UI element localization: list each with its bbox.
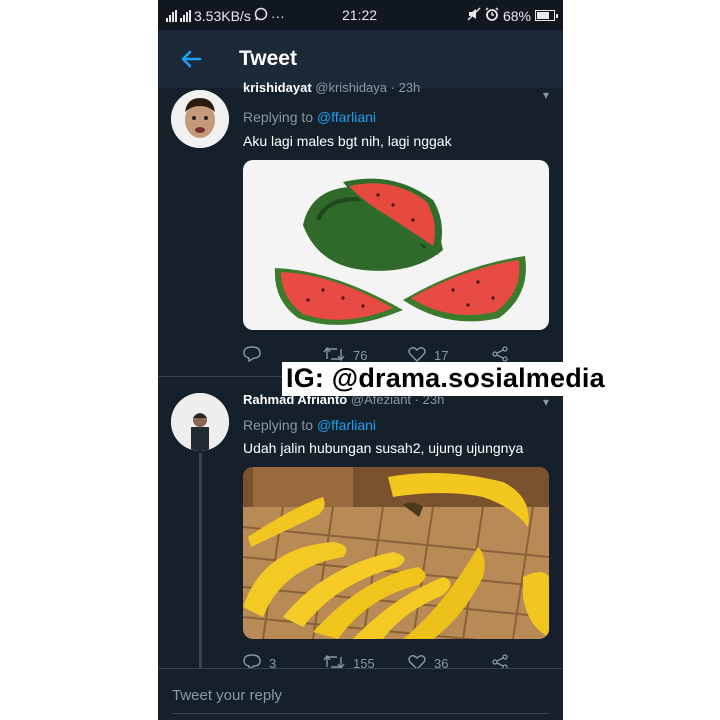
- alarm-icon: [485, 7, 499, 24]
- battery-icon: [535, 10, 558, 21]
- status-right: 68%: [467, 7, 558, 24]
- reply-icon: [243, 346, 261, 365]
- replying-to-link[interactable]: @ffarliani: [317, 417, 376, 433]
- like-count: 17: [434, 348, 449, 363]
- page-title: Tweet: [239, 47, 297, 70]
- author-name: krishidayat: [243, 80, 312, 95]
- phone-screen: 3.53KB/s ··· 21:22 68% Tweet krishidayat: [158, 0, 563, 720]
- avatar[interactable]: [171, 393, 229, 451]
- banana-photo[interactable]: [243, 467, 549, 639]
- watermark-label: IG: @drama.sosialmedia: [282, 362, 609, 396]
- whatsapp-icon: [254, 7, 268, 24]
- tweet-text: Udah jalin hubungan susah2, ujung ujungn…: [243, 440, 524, 456]
- replying-to-prefix: Replying to: [243, 417, 314, 433]
- mute-icon: [467, 7, 481, 24]
- thread-line: [199, 453, 202, 668]
- tweet-header: krishidayat @krishidaya · 23h: [243, 80, 421, 95]
- tweet-time: 23h: [398, 80, 421, 95]
- avatar[interactable]: [171, 90, 229, 148]
- replying-to-link[interactable]: @ffarliani: [317, 109, 376, 125]
- tweet-2[interactable]: Rahmad Afrianto @Afeziant · 23h ▾ Replyi…: [158, 377, 563, 671]
- status-left: 3.53KB/s ···: [166, 7, 285, 24]
- status-bar: 3.53KB/s ··· 21:22 68%: [158, 0, 563, 30]
- network-speed: 3.53KB/s: [194, 7, 251, 24]
- back-arrow-icon[interactable]: [176, 44, 206, 74]
- signal-icon: [166, 9, 177, 22]
- reply-composer[interactable]: Tweet your reply: [158, 668, 563, 720]
- replying-to: Replying to @ffarliani: [243, 109, 376, 125]
- author-handle: @krishidaya: [315, 80, 388, 95]
- retweet-count: 76: [353, 348, 368, 363]
- chevron-down-icon[interactable]: ▾: [543, 88, 549, 102]
- tweet-text: Aku lagi males bgt nih, lagi nggak: [243, 133, 452, 149]
- chevron-down-icon[interactable]: ▾: [543, 395, 549, 409]
- battery-percent: 68%: [502, 7, 531, 24]
- replying-to: Replying to @ffarliani: [243, 417, 376, 433]
- replying-to-prefix: Replying to: [243, 109, 314, 125]
- watermelon-photo[interactable]: [243, 160, 549, 330]
- reply-input[interactable]: Tweet your reply: [172, 687, 282, 704]
- share-icon[interactable]: [491, 346, 509, 362]
- status-clock: 21:22: [342, 7, 378, 23]
- reply-input-underline: [172, 713, 549, 714]
- tweet-1[interactable]: krishidayat @krishidaya · 23h ▾ Replying…: [158, 80, 563, 376]
- reply-action[interactable]: [243, 346, 269, 365]
- signal-icon: [180, 9, 191, 22]
- more-icon: ···: [270, 7, 285, 24]
